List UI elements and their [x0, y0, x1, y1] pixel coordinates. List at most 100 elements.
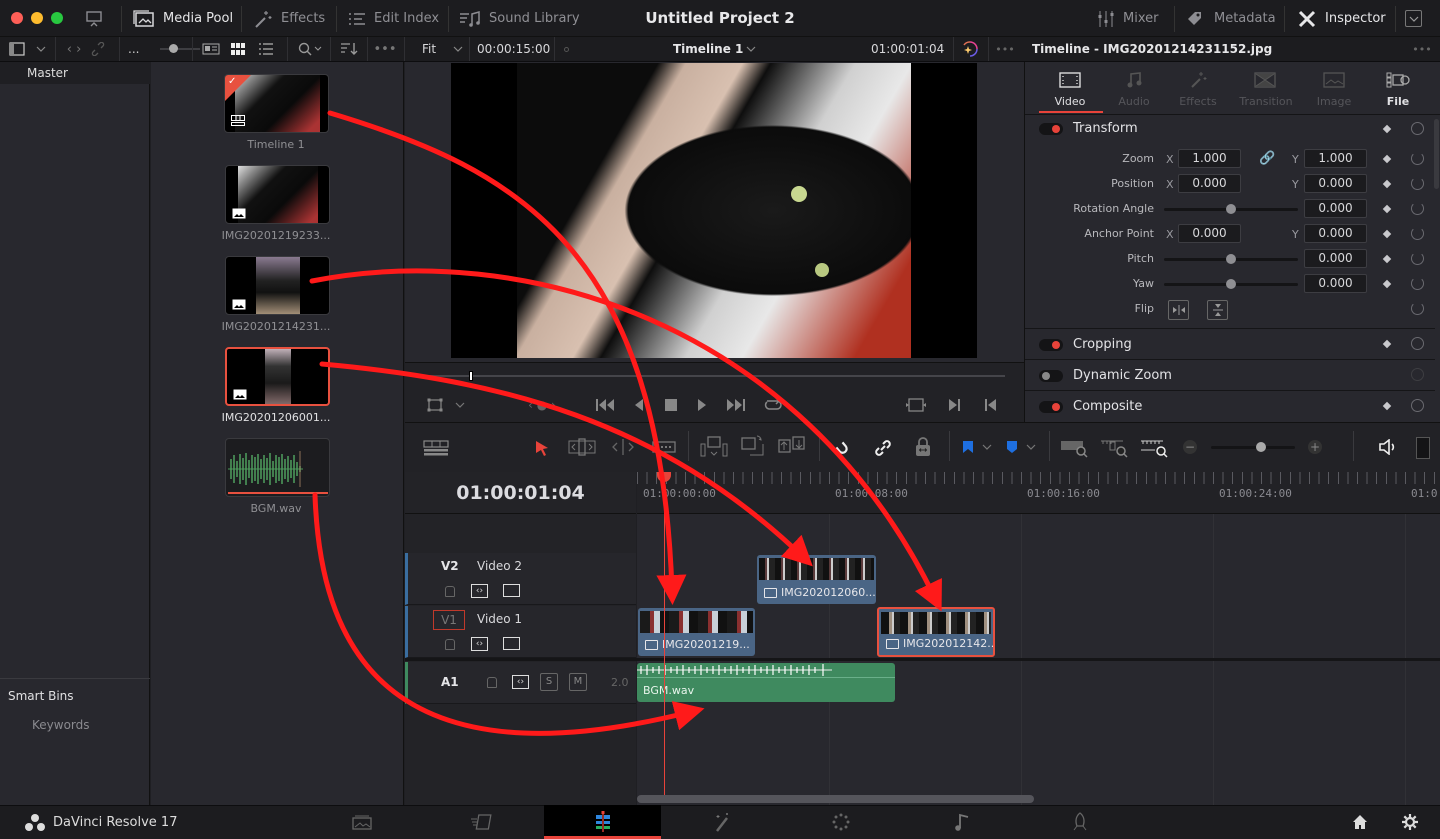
- section-dynamic-zoom[interactable]: Dynamic Zoom: [1025, 359, 1435, 389]
- play-button[interactable]: [694, 396, 710, 414]
- search-icon[interactable]: [296, 41, 326, 57]
- tab-video[interactable]: Video: [1038, 95, 1102, 108]
- metadata-toggle[interactable]: Metadata: [1186, 0, 1276, 37]
- anchor-x-field[interactable]: 0.000: [1178, 224, 1241, 243]
- match-frame-button[interactable]: [905, 396, 927, 414]
- chevron-down-icon[interactable]: [32, 41, 50, 57]
- thumbnail-size-knob[interactable]: [169, 44, 178, 53]
- reset-add-icon[interactable]: [1411, 399, 1424, 412]
- track-name[interactable]: Video 1: [477, 612, 522, 626]
- reset-icon[interactable]: [1411, 202, 1424, 215]
- stop-button[interactable]: [663, 396, 679, 414]
- scrubber-handle[interactable]: [469, 371, 473, 381]
- code-brackets-icon[interactable]: ‹ ›: [63, 41, 85, 57]
- pitch-slider-knob[interactable]: [1226, 254, 1236, 264]
- solo-button[interactable]: S: [540, 673, 558, 691]
- page-cut-button[interactable]: [423, 805, 541, 839]
- tab-transition[interactable]: Transition: [1234, 95, 1298, 108]
- scrubber-track[interactable]: [421, 375, 1005, 377]
- linked-selection-button[interactable]: [873, 437, 893, 459]
- marker-button[interactable]: [1005, 438, 1019, 456]
- snapping-button[interactable]: [832, 437, 852, 459]
- master-bin[interactable]: Master: [0, 62, 150, 84]
- position-x-field[interactable]: 0.000: [1178, 174, 1241, 193]
- unlink-icon[interactable]: [88, 41, 108, 57]
- tab-file[interactable]: File: [1366, 95, 1430, 108]
- viewer-frame[interactable]: [451, 63, 977, 358]
- link-icon[interactable]: 🔗: [1259, 151, 1275, 166]
- page-fairlight-button[interactable]: [903, 805, 1021, 839]
- viewer-zoom-select[interactable]: Fit: [422, 37, 436, 61]
- monitor-icon[interactable]: [82, 8, 106, 30]
- timeline-view-options-icon[interactable]: [422, 438, 450, 458]
- page-edit-button[interactable]: [544, 805, 661, 839]
- rotation-slider-knob[interactable]: [1226, 204, 1236, 214]
- timeline-clip-v2[interactable]: IMG202012060...: [757, 555, 876, 604]
- timeline-clip-a1[interactable]: BGM.wav: [637, 663, 895, 702]
- tab-effects[interactable]: Effects: [1166, 95, 1230, 108]
- settings-button[interactable]: [1390, 805, 1430, 839]
- reset-icon[interactable]: [1411, 227, 1424, 240]
- playhead[interactable]: [664, 482, 665, 800]
- cropping-title[interactable]: Cropping: [1073, 337, 1132, 352]
- custom-zoom-button[interactable]: [1140, 437, 1168, 459]
- sound-library-toggle[interactable]: Sound Library: [459, 0, 580, 37]
- page-deliver-button[interactable]: [1021, 805, 1139, 839]
- page-fusion-button[interactable]: [663, 805, 781, 839]
- track-name[interactable]: Video 2: [477, 559, 522, 573]
- maximize-window-button[interactable]: [51, 12, 63, 24]
- auto-select-icon[interactable]: ‹›: [471, 637, 488, 651]
- viewer-more-icon[interactable]: •••: [994, 41, 1016, 57]
- thumbnail-view-icon[interactable]: [229, 41, 247, 57]
- blade-mode-button[interactable]: [651, 436, 677, 458]
- loop-button[interactable]: [762, 395, 784, 415]
- timeline-clip-v1-selected[interactable]: IMG202012142...: [877, 607, 995, 657]
- play-reverse-button[interactable]: [631, 396, 647, 414]
- reset-icon[interactable]: [1411, 152, 1424, 165]
- inspector-more-icon[interactable]: •••: [1410, 41, 1434, 57]
- metadata-view-icon[interactable]: [201, 41, 221, 57]
- media-item-image[interactable]: [225, 165, 330, 224]
- transform-title[interactable]: Transform: [1073, 121, 1138, 136]
- keyframe-icon[interactable]: [1382, 339, 1392, 349]
- reset-icon[interactable]: [1411, 302, 1424, 315]
- minimize-window-button[interactable]: [31, 12, 43, 24]
- zoom-out-button[interactable]: −: [1183, 440, 1197, 454]
- flip-horizontal-button[interactable]: [1168, 300, 1189, 320]
- inspector-toggle[interactable]: Inspector: [1297, 0, 1386, 37]
- effects-toggle[interactable]: Effects: [253, 0, 325, 37]
- chevron-down-icon[interactable]: [451, 41, 465, 57]
- rotation-field[interactable]: 0.000: [1304, 199, 1367, 218]
- detail-zoom-button[interactable]: [1100, 437, 1128, 459]
- timeline-ruler[interactable]: 01:00:00:00 01:00:08:00 01:00:16:00 01:0…: [637, 472, 1440, 514]
- chevron-down-icon[interactable]: [1025, 440, 1037, 454]
- yaw-slider-knob[interactable]: [1226, 279, 1236, 289]
- chevron-down-icon[interactable]: [1405, 10, 1422, 27]
- mute-button[interactable]: M: [569, 673, 587, 691]
- bin-list-toggle[interactable]: [8, 41, 26, 57]
- sort-icon[interactable]: [338, 41, 360, 57]
- destination-control-v1[interactable]: V1: [433, 610, 465, 630]
- zoom-in-button[interactable]: +: [1308, 440, 1322, 454]
- zoom-y-field[interactable]: 1.000: [1304, 149, 1367, 168]
- edit-index-toggle[interactable]: Edit Index: [348, 0, 439, 37]
- transform-toggle[interactable]: [1039, 123, 1063, 135]
- list-view-icon[interactable]: [257, 41, 275, 57]
- media-item-audio[interactable]: [225, 438, 330, 497]
- flag-button[interactable]: [961, 438, 975, 456]
- trim-mode-button[interactable]: [567, 436, 597, 458]
- chevron-down-icon[interactable]: [981, 440, 993, 454]
- section-composite[interactable]: Composite: [1025, 390, 1435, 422]
- close-window-button[interactable]: [11, 12, 23, 24]
- pitch-field[interactable]: 0.000: [1304, 249, 1367, 268]
- reset-icon[interactable]: [1411, 252, 1424, 265]
- full-extent-zoom-button[interactable]: [1060, 437, 1088, 459]
- selection-mode-button[interactable]: [533, 438, 551, 458]
- tab-audio[interactable]: Audio: [1102, 95, 1166, 108]
- timeline-scrollbar[interactable]: [637, 795, 1034, 803]
- previous-edit-button[interactable]: [982, 396, 1000, 414]
- media-pool-toggle[interactable]: Media Pool: [133, 0, 233, 37]
- media-item-image[interactable]: [225, 256, 330, 315]
- audio-volume-button[interactable]: [1377, 437, 1399, 457]
- media-item-image-selected[interactable]: [225, 347, 330, 406]
